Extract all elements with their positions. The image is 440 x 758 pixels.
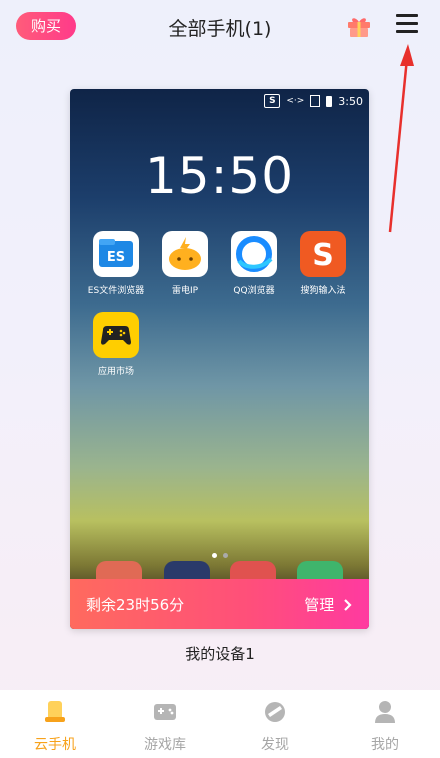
page-dot (222, 553, 228, 558)
tab-discover[interactable]: 发现 (220, 690, 330, 758)
tab-label: 云手机 (34, 737, 76, 753)
tab-cloud-phone[interactable]: 云手机 (0, 690, 110, 758)
leidian-ip-icon (162, 231, 208, 277)
app-market[interactable]: 应用市场 (81, 312, 151, 377)
device-name[interactable]: 我的设备1 (0, 643, 440, 664)
no-sim-icon (310, 95, 321, 107)
tab-label: 游戏库 (144, 737, 186, 753)
gift-icon[interactable] (346, 13, 372, 39)
phone-status-time: 3:50 (338, 94, 363, 108)
sogou-input-icon: S (300, 231, 346, 277)
lockscreen-clock: 15:50 (144, 147, 295, 205)
es-file-browser-icon: ES (93, 231, 139, 277)
app-label: 雷电IP (171, 286, 199, 296)
tab-label: 发现 (261, 737, 289, 753)
app-es-file-browser[interactable]: ES ES文件浏览器 (81, 231, 151, 296)
tab-profile[interactable]: 我的 (330, 690, 440, 758)
app-market-icon (93, 312, 139, 358)
phone-status-bar: S <·> 3:50 (264, 93, 363, 109)
discover-icon (265, 702, 285, 722)
gamepad-icon (154, 704, 176, 720)
menu-icon[interactable] (396, 14, 418, 36)
svg-text:ES: ES (107, 250, 125, 265)
app-label: 应用市场 (97, 367, 134, 377)
app-leidian-ip[interactable]: 雷电IP (150, 231, 220, 296)
signal-icon: <·> (286, 96, 305, 106)
page-dot-active (211, 553, 217, 558)
app-label: ES文件浏览器 (87, 286, 145, 296)
manage-button[interactable]: 管理 (304, 594, 353, 615)
cloud-phone-icon (45, 701, 65, 722)
battery-icon (326, 95, 333, 107)
dock (96, 561, 348, 591)
app-label: 搜狗输入法 (300, 286, 346, 296)
carrier-icon: S (264, 94, 281, 108)
bottom-nav: 云手机 游戏库 发现 我的 (0, 690, 440, 758)
remaining-time-bar: 剩余23时56分 管理 (70, 579, 369, 629)
manage-label: 管理 (304, 596, 335, 614)
app-label: QQ浏览器 (233, 286, 275, 296)
remaining-time: 剩余23时56分 (86, 596, 185, 614)
top-bar: 购买 全部手机(1) (0, 0, 440, 56)
chevron-right-icon (344, 599, 352, 611)
app-sogou-input[interactable]: S 搜狗输入法 (288, 231, 358, 296)
profile-icon (375, 701, 395, 723)
qq-browser-icon (231, 231, 277, 277)
tab-game-library[interactable]: 游戏库 (110, 690, 220, 758)
page-indicator (70, 543, 369, 562)
svg-text:S: S (312, 238, 334, 273)
cloud-phone-screen[interactable]: S <·> 3:50 15:50 ES ES文件浏览器 雷电IP QQ浏览器 S… (70, 89, 369, 629)
app-qq-browser[interactable]: QQ浏览器 (219, 231, 289, 296)
page-title: 全部手机(1) (168, 18, 272, 40)
annotation-arrow (388, 44, 414, 233)
tab-label: 我的 (371, 737, 399, 753)
